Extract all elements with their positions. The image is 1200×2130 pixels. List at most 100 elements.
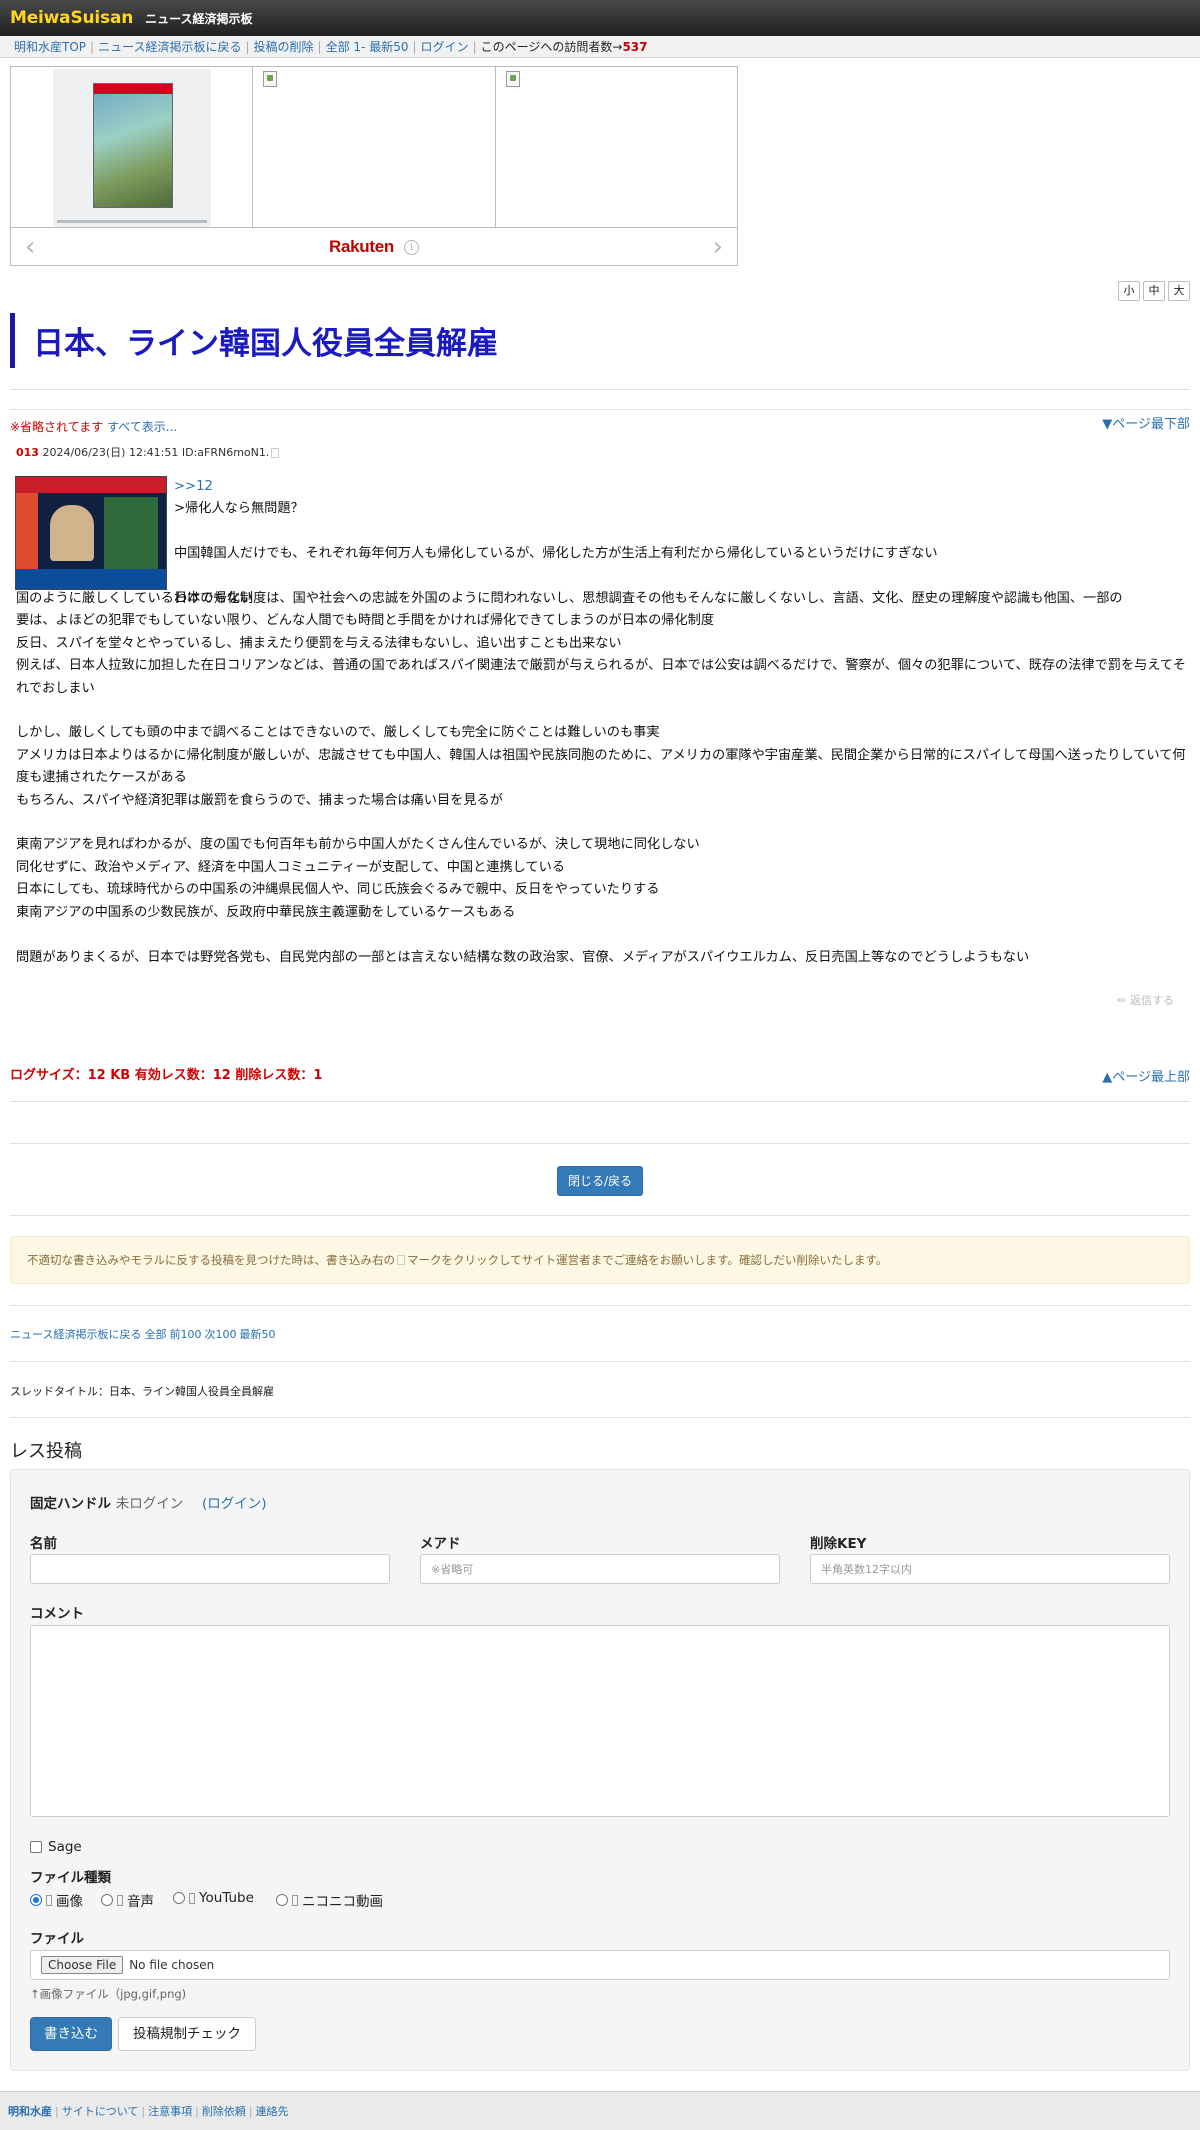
divider: [10, 1361, 1190, 1362]
handle-status: 未ログイン: [115, 1496, 184, 1512]
choose-file-button[interactable]: Choose File: [41, 1956, 124, 1974]
filetype-youtube-label: YouTube: [199, 1890, 254, 1906]
ad-slot-1[interactable]: [11, 67, 254, 227]
footer-about-link[interactable]: サイトについて: [62, 2103, 139, 2119]
top-header: MeiwaSuisan ニュース経済掲示板: [0, 0, 1200, 36]
moderation-notice: 不適切な書き込みやモラルに反する投稿を見つけた時は、書き込み右の マークをクリック…: [10, 1236, 1190, 1284]
site-footer: 明和水産 | サイトについて | 注意事項 | 削除依頼 | 連絡先: [0, 2091, 1200, 2130]
filetype-nico-label: ニコニコ動画: [302, 1894, 383, 1910]
chevron-right-icon[interactable]: ›: [713, 234, 723, 260]
thread-title: 日本、ライン韓国人役員全員解雇: [10, 313, 498, 368]
omitted-notice: ※省略されてます すべて表示...: [10, 418, 177, 435]
product-image[interactable]: [53, 69, 211, 227]
divider: [10, 1305, 1190, 1306]
post-thumbnail[interactable]: [15, 476, 167, 590]
close-back-button[interactable]: 閉じる/戻る: [557, 1166, 643, 1196]
rakuten-logo[interactable]: Rakuten: [329, 237, 394, 257]
latest-50-link[interactable]: 最新50: [239, 1328, 275, 1341]
name-input[interactable]: [30, 1554, 390, 1584]
font-size-buttons: 小 中 大: [1118, 281, 1190, 301]
nav-separator: |: [317, 39, 322, 54]
post-check-button[interactable]: 投稿規制チェック: [118, 2017, 256, 2051]
post-header: 013 2024/06/23(日) 12:41:51 ID:aFRN6moN1.: [16, 444, 280, 460]
divider: [10, 409, 1190, 410]
jump-to-bottom-link[interactable]: ▼ページ最下部: [1102, 413, 1190, 432]
info-icon[interactable]: i: [403, 239, 419, 255]
post-lead-paragraph: 中国韓国人だけでも、それぞれ毎年何万人も帰化しているが、帰化した方が生活上有利だ…: [174, 546, 938, 562]
divider: [10, 1143, 1190, 1144]
divider: [10, 1101, 1190, 1102]
site-logo[interactable]: MeiwaSuisan: [10, 8, 133, 28]
divider: [10, 1215, 1190, 1216]
mail-input[interactable]: ※省略可: [420, 1554, 780, 1584]
nav-all-link[interactable]: 全部: [326, 38, 350, 55]
next-100-link[interactable]: 次100: [204, 1328, 236, 1341]
back-to-board-link[interactable]: ニュース経済掲示板に戻る: [10, 1328, 141, 1341]
notice-text-before: 不適切な書き込みやモラルに反する投稿を見つけた時は、書き込み右の: [27, 1253, 395, 1267]
notice-text-after: マークをクリックしてサイト運営者までご連絡をお願いします。確認しだい削除いたしま…: [407, 1253, 888, 1267]
divider: [10, 389, 1190, 390]
nav-top-link[interactable]: 明和水産TOP: [14, 38, 86, 55]
footer-delete-request-link[interactable]: 削除依頼: [202, 2103, 246, 2119]
report-icon[interactable]: [271, 448, 280, 458]
handle-label: 固定ハンドル: [30, 1496, 111, 1512]
post-meta: 2024/06/23(日) 12:41:51 ID:aFRN6moN1.: [42, 446, 270, 459]
font-small-button[interactable]: 小: [1118, 281, 1140, 301]
delete-key-label: 削除KEY: [810, 1536, 867, 1552]
footer-notes-link[interactable]: 注意事項: [148, 2103, 192, 2119]
mail-label: メアド: [420, 1536, 461, 1552]
thread-links: ニュース経済掲示板に戻る 全部 前100 次100 最新50: [10, 1326, 278, 1342]
filetype-audio-option[interactable]: 音声: [101, 1890, 154, 1910]
nav-separator: |: [90, 39, 95, 54]
delete-key-input[interactable]: 半角英数12字以内: [810, 1554, 1170, 1584]
nico-icon: [292, 1894, 298, 1906]
nav-latest-link[interactable]: 最新50: [369, 38, 408, 55]
reply-anchor[interactable]: >>12: [174, 476, 1190, 498]
submit-button[interactable]: 書き込む: [30, 2017, 112, 2051]
post-number[interactable]: 013: [16, 446, 39, 459]
sage-label: Sage: [48, 1839, 82, 1855]
nav-range-link[interactable]: 1-: [353, 40, 365, 54]
all-posts-link[interactable]: 全部: [144, 1328, 166, 1341]
prev-100-link[interactable]: 前100: [169, 1328, 201, 1341]
thread-title-line: スレッドタイトル：日本、ライン韓国人役員全員解雇: [10, 1385, 274, 1398]
nav-delete-link[interactable]: 投稿の削除: [254, 38, 314, 55]
ad-slot-2[interactable]: [253, 67, 496, 227]
broken-image-icon: [263, 71, 278, 87]
nav-separator: |: [472, 39, 477, 54]
jump-to-top-link[interactable]: ▲ページ最上部: [1102, 1066, 1190, 1085]
radio-image[interactable]: [30, 1894, 42, 1906]
file-input[interactable]: Choose File No file chosen: [30, 1950, 1170, 1980]
footer-contact-link[interactable]: 連絡先: [256, 2103, 289, 2119]
radio-youtube[interactable]: [173, 1892, 185, 1904]
reply-link[interactable]: ✏ 返信する: [1117, 992, 1174, 1008]
filetype-nico-option[interactable]: ニコニコ動画: [276, 1890, 383, 1910]
filetype-image-option[interactable]: 画像: [30, 1890, 83, 1910]
filetype-youtube-option[interactable]: YouTube: [173, 1890, 254, 1906]
nav-login-link[interactable]: ログイン: [421, 38, 469, 55]
nav-separator: |: [412, 39, 417, 54]
font-large-button[interactable]: 大: [1168, 281, 1190, 301]
sage-checkbox[interactable]: [30, 1841, 42, 1853]
chevron-left-icon[interactable]: ‹: [25, 234, 35, 260]
radio-nico[interactable]: [276, 1894, 288, 1906]
visitor-count: 537: [622, 39, 648, 54]
sage-row: Sage: [30, 1839, 82, 1855]
file-label: ファイル: [30, 1931, 84, 1947]
post-body: 国のように厳しくしているわけでもない 要は、よほどの犯罪でもしていない限り、どん…: [16, 591, 1186, 965]
form-login-link[interactable]: (ログイン): [202, 1496, 267, 1512]
radio-audio[interactable]: [101, 1894, 113, 1906]
handle-row: 固定ハンドル 未ログイン (ログイン): [30, 1492, 267, 1512]
filetype-image-label: 画像: [56, 1894, 83, 1910]
show-all-link[interactable]: すべて表示...: [107, 420, 177, 434]
comment-textarea[interactable]: [30, 1625, 1170, 1817]
font-medium-button[interactable]: 中: [1143, 281, 1165, 301]
footer-brand-link[interactable]: 明和水産: [8, 2103, 52, 2119]
ad-widget: ‹ Rakuten i ›: [10, 66, 738, 266]
nav-bar: 明和水産TOP | ニュース経済掲示板に戻る | 投稿の削除 | 全部 1- 最新50…: [0, 36, 1200, 58]
ad-slot-3[interactable]: [496, 67, 737, 227]
board-title: ニュース経済掲示板: [145, 11, 253, 26]
broken-image-icon: [505, 71, 520, 87]
log-summary: ログサイズ：12 KB 有効レス数：12 削除レス数：1: [10, 1068, 323, 1083]
nav-back-link[interactable]: ニュース経済掲示板に戻る: [98, 38, 241, 55]
